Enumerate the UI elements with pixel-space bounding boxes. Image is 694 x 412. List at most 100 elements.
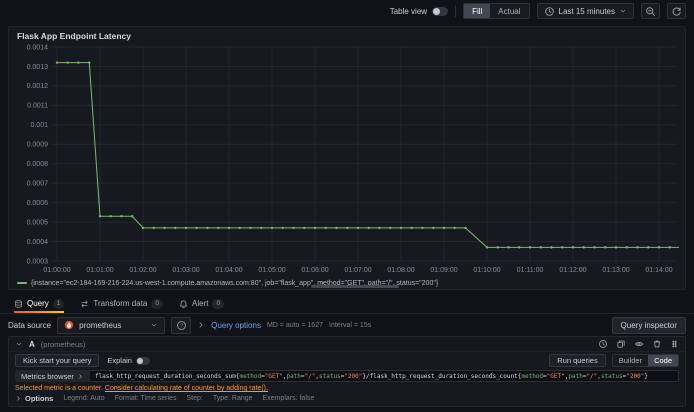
zoom-out-button[interactable]	[641, 3, 660, 19]
svg-text:01:13:00: 01:13:00	[602, 267, 629, 274]
history-icon[interactable]	[598, 339, 608, 349]
svg-text:0.0013: 0.0013	[27, 64, 49, 71]
option-summary-item: Legend: Auto	[63, 395, 105, 402]
legend-scrollbar[interactable]	[311, 285, 399, 288]
prometheus-icon	[64, 320, 74, 330]
builder-mode-button[interactable]: Builder	[613, 355, 648, 366]
tab-transform-count: 0	[151, 298, 163, 309]
svg-text:0.0009: 0.0009	[27, 142, 49, 149]
svg-text:01:02:00: 01:02:00	[129, 267, 156, 274]
actual-button[interactable]: Actual	[490, 4, 528, 18]
query-options-link[interactable]: Query options	[211, 321, 261, 330]
interval-info: Interval = 15s	[329, 321, 372, 329]
latency-chart[interactable]: 0.0014 0.0013 0.0012 0.0011 0.001 0.0009 0.000…	[15, 43, 679, 277]
options-label: Options	[25, 394, 54, 403]
chevron-down-icon	[150, 321, 158, 329]
svg-text:01:05:00: 01:05:00	[258, 267, 285, 274]
svg-text:01:14:00: 01:14:00	[645, 267, 672, 274]
panel-title[interactable]: Flask App Endpoint Latency	[15, 29, 679, 43]
datasource-label: Data source	[8, 320, 52, 330]
view-mode-group: Fill Actual	[463, 3, 530, 19]
eye-icon[interactable]	[634, 339, 644, 349]
tab-transform-data[interactable]: Transform data 0	[80, 294, 163, 313]
svg-text:?: ?	[180, 323, 183, 329]
svg-text:0.001: 0.001	[30, 122, 48, 129]
svg-text:01:03:00: 01:03:00	[172, 267, 199, 274]
svg-text:01:10:00: 01:10:00	[473, 267, 500, 274]
svg-text:01:04:00: 01:04:00	[215, 267, 242, 274]
query-row-header[interactable]: A (prometheus)	[9, 337, 685, 352]
grafana-panel-editor: Table view Fill Actual Last 15 minutes F…	[0, 0, 694, 407]
time-range-picker[interactable]: Last 15 minutes	[536, 3, 634, 19]
counter-warning: Selected metric is a counter. Consider c…	[9, 383, 685, 393]
explain-group: Explain	[107, 356, 150, 365]
tab-alert-count: 0	[212, 298, 225, 309]
run-queries-button[interactable]: Run queries	[549, 354, 606, 367]
svg-text:01:01:00: 01:01:00	[86, 267, 113, 274]
query-row-actions	[598, 339, 679, 349]
topbar-divider	[455, 5, 457, 17]
query-ref-id: A	[29, 339, 35, 349]
svg-text:0.0003: 0.0003	[27, 258, 49, 265]
svg-text:0.0007: 0.0007	[27, 180, 49, 187]
datasource-help-button[interactable]: ?	[171, 316, 192, 334]
query-toolbar: Kick start your query Explain Run querie…	[9, 352, 685, 369]
warning-rate-link[interactable]: Consider calculating rate of counter by …	[105, 385, 268, 392]
svg-text:01:11:00: 01:11:00	[517, 267, 544, 274]
table-view-toggle[interactable]	[432, 6, 449, 16]
chevron-right-icon	[15, 395, 22, 402]
option-summary-item: Format: Time series	[114, 395, 177, 402]
query-options-row[interactable]: Options Legend: Auto Format: Time series S…	[9, 393, 685, 406]
svg-text:0.0005: 0.0005	[27, 219, 49, 226]
chevron-right-icon[interactable]	[197, 321, 205, 329]
collapse-chevron-icon[interactable]	[15, 340, 23, 348]
svg-text:01:07:00: 01:07:00	[344, 267, 371, 274]
transform-icon	[80, 299, 89, 309]
code-mode-button[interactable]: Code	[648, 355, 678, 366]
query-expression[interactable]: flask_http_request_duration_seconds_sum{…	[89, 370, 679, 382]
svg-text:01:00:00: 01:00:00	[43, 267, 70, 274]
drag-handle-icon[interactable]	[670, 339, 679, 349]
tab-query-label: Query	[27, 299, 49, 308]
query-inspector-button[interactable]: Query inspector	[611, 316, 686, 334]
kick-start-query-button[interactable]: Kick start your query	[15, 354, 100, 367]
clock-icon	[544, 6, 555, 17]
option-summary-item: Step:	[186, 395, 203, 402]
svg-text:0.0006: 0.0006	[27, 200, 49, 207]
option-summary-item: Type: Range	[212, 395, 253, 402]
svg-text:0.0012: 0.0012	[27, 83, 49, 90]
table-view-group: Table view	[390, 6, 449, 16]
fill-button[interactable]: Fill	[464, 4, 491, 18]
edit-tabs: Query 1 Transform data 0 Alert 0	[0, 294, 694, 314]
svg-text:01:09:00: 01:09:00	[430, 267, 457, 274]
topbar: Table view Fill Actual Last 15 minutes	[0, 0, 694, 22]
query-code-row: Metrics browser flask_http_request_durat…	[9, 369, 685, 383]
explain-label: Explain	[107, 356, 132, 365]
svg-text:0.0008: 0.0008	[27, 161, 49, 168]
question-circle-icon: ?	[176, 320, 187, 331]
duplicate-icon[interactable]	[616, 339, 626, 349]
tab-transform-label: Transform data	[93, 299, 148, 308]
search-minus-icon	[645, 6, 656, 17]
refresh-icon	[671, 6, 682, 17]
time-range-label: Last 15 minutes	[558, 6, 615, 16]
refresh-button[interactable]	[667, 3, 686, 19]
svg-text:01:06:00: 01:06:00	[301, 267, 328, 274]
tab-query-count: 1	[52, 298, 65, 309]
svg-text:0.0014: 0.0014	[27, 44, 49, 51]
svg-text:0.0011: 0.0011	[27, 103, 48, 110]
metrics-browser-button[interactable]: Metrics browser	[15, 370, 90, 382]
tab-query[interactable]: Query 1	[14, 294, 65, 313]
trash-icon[interactable]	[652, 339, 662, 349]
datasource-picker[interactable]: prometheus	[57, 316, 166, 334]
tab-alert[interactable]: Alert 0	[179, 294, 225, 313]
svg-text:01:12:00: 01:12:00	[559, 267, 586, 274]
bell-icon	[179, 299, 188, 309]
option-summary-item: Exemplars: false	[262, 395, 315, 402]
editor-mode-group: Builder Code	[611, 354, 679, 367]
latency-panel: Flask App Endpoint Latency 0.0014 0.0013 0…	[8, 26, 686, 290]
database-icon	[14, 299, 23, 309]
max-data-points-info: MD = auto = 1627	[266, 321, 323, 329]
explain-toggle[interactable]	[135, 356, 150, 365]
query-editor: A (prometheus) Kick start your query Exp…	[8, 336, 686, 407]
